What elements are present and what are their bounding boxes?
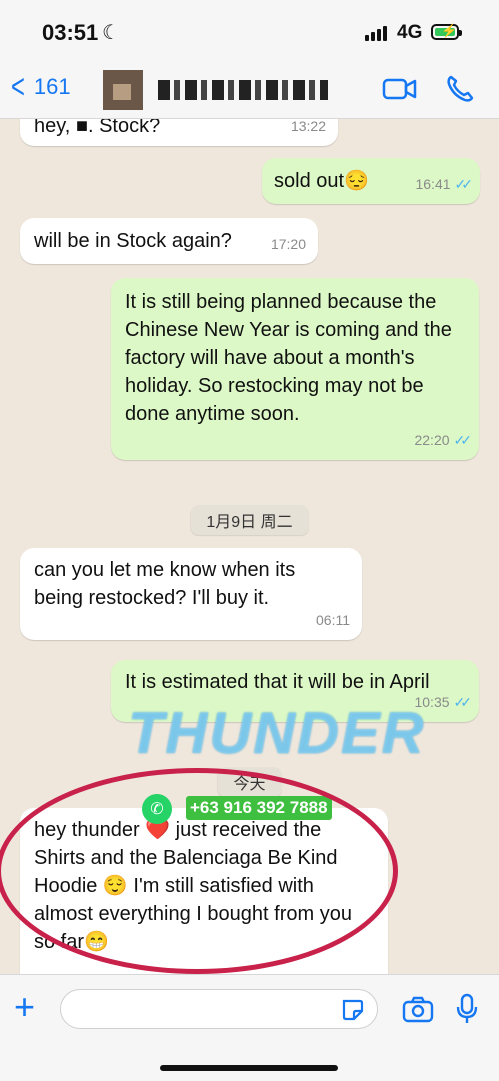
- message-bubble[interactable]: hey, ■. Stock? 13:22: [20, 118, 338, 146]
- avatar[interactable]: [103, 70, 143, 110]
- video-call-icon[interactable]: [382, 74, 418, 104]
- message-bubble[interactable]: sold out😔 16:41 ✓✓: [262, 158, 480, 204]
- message-text: will be in Stock again?: [34, 230, 232, 252]
- message-time: 13:22: [290, 118, 326, 134]
- composer-bar: +: [0, 974, 499, 1081]
- message-text: It is estimated that it will be in April: [125, 671, 430, 693]
- message-bubble[interactable]: It is still being planned because the Ch…: [111, 278, 479, 460]
- read-receipt-icon: ✓✓: [453, 694, 473, 710]
- message-text: can you let me know when its being resto…: [34, 559, 296, 609]
- home-indicator: [160, 1065, 338, 1071]
- phone-call-icon[interactable]: [445, 74, 475, 104]
- message-bubble[interactable]: will be in Stock again? 17:20: [20, 218, 318, 264]
- back-count: 161: [33, 74, 71, 99]
- camera-icon[interactable]: [402, 995, 434, 1023]
- message-text: hey, ■. Stock?: [34, 118, 161, 137]
- chevron-left-icon: <: [10, 68, 25, 106]
- read-receipt-icon: ✓✓: [453, 432, 473, 448]
- signal-icon: [365, 26, 387, 41]
- status-time: 03:51: [42, 20, 99, 45]
- message-time: 06:11: [316, 612, 350, 628]
- chat-area[interactable]: hey, ■. Stock? 13:22 sold out😔 16:41 ✓✓ w…: [0, 118, 499, 974]
- watermark-brand: THUNDER: [128, 701, 426, 766]
- read-receipt-icon: ✓✓: [454, 176, 474, 192]
- moon-icon: ☾: [102, 22, 120, 44]
- highlight-circle: [0, 768, 398, 974]
- message-input[interactable]: [60, 989, 378, 1029]
- network-label: 4G: [397, 22, 423, 43]
- chat-header: < 161: [0, 62, 499, 119]
- contact-name-redacted[interactable]: [158, 80, 328, 100]
- plus-icon[interactable]: +: [14, 989, 35, 1025]
- battery-icon: ⚡: [431, 23, 462, 40]
- message-time: 22:20 ✓✓: [414, 426, 473, 454]
- message-text: It is still being planned because the Ch…: [125, 291, 452, 425]
- message-text: sold out😔: [274, 170, 369, 192]
- status-bar: 03:51 ☾ 4G ⚡: [0, 0, 499, 62]
- sticker-icon[interactable]: [340, 997, 366, 1023]
- message-bubble[interactable]: can you let me know when its being resto…: [20, 548, 362, 640]
- microphone-icon[interactable]: [455, 993, 479, 1025]
- date-separator: 1月9日 周二: [190, 505, 309, 535]
- message-time: 17:20: [270, 236, 306, 252]
- message-time: 16:41 ✓✓: [415, 170, 474, 198]
- back-button[interactable]: < 161: [8, 68, 71, 106]
